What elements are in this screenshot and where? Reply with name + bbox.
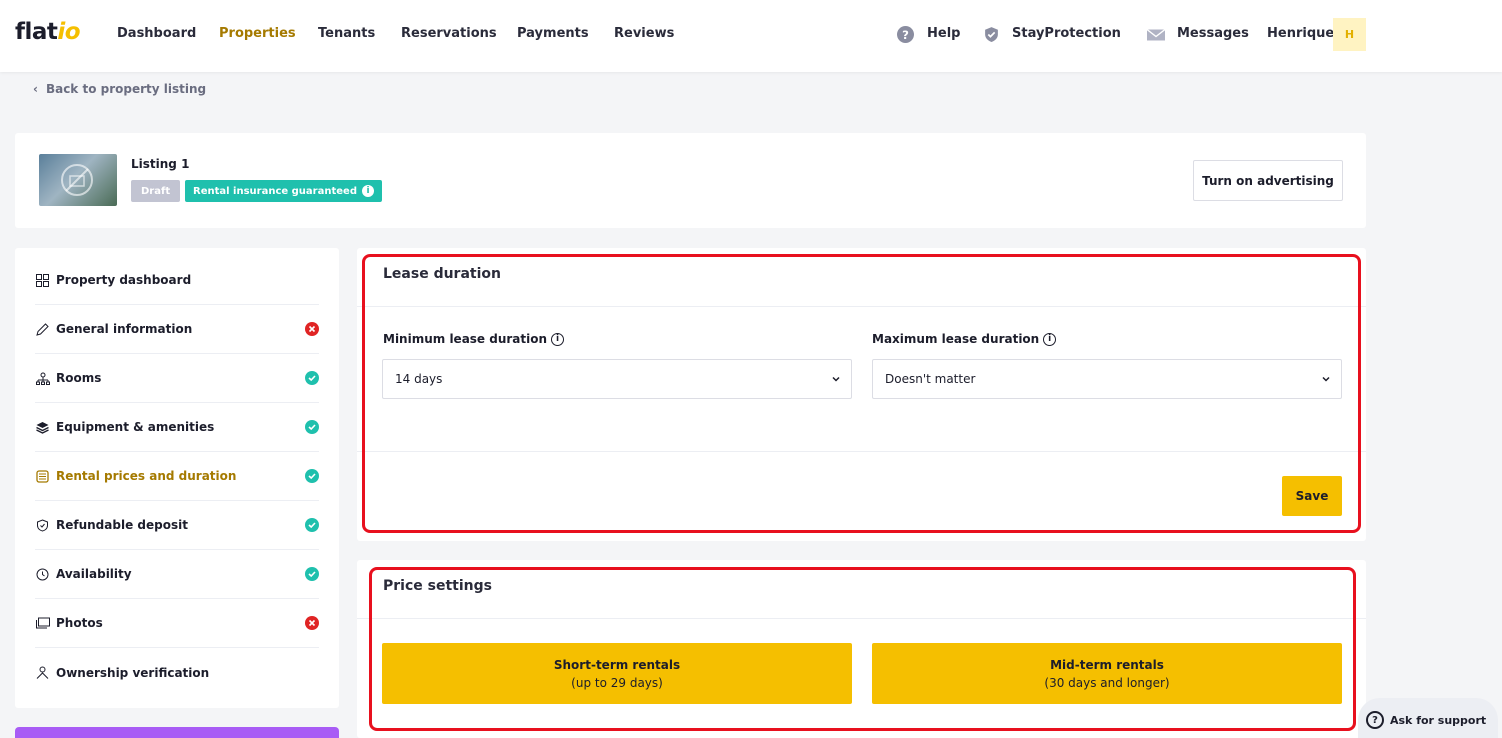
pencil-icon xyxy=(35,322,50,337)
price-settings-title: Price settings xyxy=(383,578,492,594)
short-term-sublabel: (up to 29 days) xyxy=(571,675,663,690)
avatar[interactable]: H xyxy=(1333,18,1366,51)
sidebar-item-equipment-amenities[interactable]: Equipment & amenities xyxy=(35,403,319,452)
listing-title: Listing 1 xyxy=(131,157,190,171)
nav-stayprotection[interactable]: StayProtection xyxy=(1012,26,1121,41)
sidebar-item-property-dashboard[interactable]: Property dashboard xyxy=(35,256,319,305)
nav-dashboard[interactable]: Dashboard xyxy=(117,26,196,41)
sidebar-item-availability[interactable]: Availability xyxy=(35,550,319,599)
short-term-label: Short-term rentals xyxy=(553,657,681,672)
nav-properties[interactable]: Properties xyxy=(219,26,296,41)
check-status-icon xyxy=(305,371,319,385)
sidebar-item-refundable-deposit[interactable]: Refundable deposit xyxy=(35,501,319,550)
sidebar-item-label: Availability xyxy=(56,567,132,581)
grid-icon xyxy=(35,273,50,288)
sidebar-item-label: Rental prices and duration xyxy=(56,469,237,483)
layers-icon xyxy=(35,420,50,435)
short-term-rentals-button[interactable]: Short-term rentals (up to 29 days) xyxy=(382,643,852,704)
max-lease-label: Maximum lease duration i xyxy=(872,332,1057,346)
error-status-icon xyxy=(305,616,319,630)
price-settings-card: Price settings Short-term rentals (up to… xyxy=(357,560,1366,738)
listing-header-card: Listing 1 Draft Rental insurance guarant… xyxy=(15,133,1366,228)
user-name[interactable]: Henrique xyxy=(1267,26,1334,41)
divider xyxy=(357,306,1366,307)
photos-icon xyxy=(35,616,50,631)
sidebar-item-label: Ownership verification xyxy=(56,665,210,680)
back-link-label: Back to property listing xyxy=(45,82,207,96)
chevron-left-icon: ‹ xyxy=(33,82,38,96)
save-button[interactable]: Save xyxy=(1282,476,1342,516)
check-status-icon xyxy=(305,420,319,434)
support-label: Ask for support xyxy=(1390,713,1487,727)
mid-term-label: Mid-term rentals xyxy=(1050,657,1164,672)
property-sidebar: Property dashboard General information R… xyxy=(15,248,339,708)
error-status-icon xyxy=(305,322,319,336)
min-lease-select[interactable]: 14 days xyxy=(382,359,852,399)
sidebar-item-photos[interactable]: Photos xyxy=(35,599,319,648)
listing-thumbnail[interactable] xyxy=(39,154,117,206)
rooms-icon xyxy=(35,371,50,386)
sidebar-action-button[interactable] xyxy=(15,727,339,738)
nav-help[interactable]: Help xyxy=(927,26,960,41)
logo-accent: io xyxy=(57,19,81,45)
divider xyxy=(357,451,1366,452)
sidebar-item-label: Refundable deposit xyxy=(56,518,188,532)
info-icon[interactable]: i xyxy=(1043,332,1057,346)
question-icon: ? xyxy=(1366,711,1384,729)
max-lease-value: Doesn't matter xyxy=(885,372,976,386)
clock-icon xyxy=(35,567,50,582)
mid-term-sublabel: (30 days and longer) xyxy=(1044,675,1170,690)
nav-reservations[interactable]: Reservations xyxy=(401,26,497,41)
nav-payments[interactable]: Payments xyxy=(517,26,589,41)
divider xyxy=(357,618,1366,619)
nav-tenants[interactable]: Tenants xyxy=(318,26,375,41)
max-lease-label-text: Maximum lease duration xyxy=(872,332,1040,346)
sidebar-item-rooms[interactable]: Rooms xyxy=(35,354,319,403)
check-status-icon xyxy=(305,567,319,581)
sidebar-item-rental-prices[interactable]: Rental prices and duration xyxy=(35,452,319,501)
svg-text:?: ? xyxy=(902,28,909,42)
top-navigation: flatio Dashboard Properties Tenants Rese… xyxy=(0,0,1502,72)
nav-messages[interactable]: Messages xyxy=(1177,26,1249,41)
max-lease-select[interactable]: Doesn't matter xyxy=(872,359,1342,399)
user-icon xyxy=(35,665,50,680)
help-icon[interactable]: ? xyxy=(897,26,914,43)
sidebar-item-label: Equipment & amenities xyxy=(56,420,215,434)
insurance-badge-label: Rental insurance guaranteed xyxy=(193,185,357,197)
shield-icon xyxy=(35,518,50,533)
check-status-icon xyxy=(305,518,319,532)
chevron-down-icon xyxy=(832,376,840,382)
lease-duration-title: Lease duration xyxy=(383,266,501,282)
sidebar-item-label: Rooms xyxy=(56,371,102,385)
check-status-icon xyxy=(305,469,319,483)
coins-icon xyxy=(35,469,50,484)
sidebar-item-ownership-verification[interactable]: Ownership verification xyxy=(35,648,319,697)
info-icon[interactable]: i xyxy=(361,185,374,197)
lease-duration-card: Lease duration Minimum lease duration i 1… xyxy=(357,248,1366,541)
sidebar-item-label: General information xyxy=(56,322,193,336)
turn-on-advertising-button[interactable]: Turn on advertising xyxy=(1193,160,1343,201)
min-lease-label: Minimum lease duration i xyxy=(383,332,565,346)
envelope-icon xyxy=(1146,28,1166,41)
shield-check-icon xyxy=(985,27,998,42)
mid-term-rentals-button[interactable]: Mid-term rentals (30 days and longer) xyxy=(872,643,1342,704)
draft-badge: Draft xyxy=(131,180,181,202)
nav-reviews[interactable]: Reviews xyxy=(614,26,674,41)
ask-for-support-button[interactable]: ? Ask for support xyxy=(1358,698,1498,738)
sidebar-item-label: Photos xyxy=(56,616,103,630)
no-image-icon xyxy=(61,164,93,196)
min-lease-value: 14 days xyxy=(395,372,443,386)
back-to-listing-link[interactable]: ‹ Back to property listing xyxy=(33,82,206,96)
info-icon[interactable]: i xyxy=(551,332,565,346)
flatio-logo[interactable]: flatio xyxy=(15,19,81,45)
sidebar-item-label: Property dashboard xyxy=(56,273,192,287)
min-lease-label-text: Minimum lease duration xyxy=(383,332,548,346)
insurance-badge: Rental insurance guaranteed i xyxy=(185,180,382,202)
logo-text: flat xyxy=(15,19,58,45)
sidebar-item-general-information[interactable]: General information xyxy=(35,305,319,354)
chevron-down-icon xyxy=(1322,376,1330,382)
